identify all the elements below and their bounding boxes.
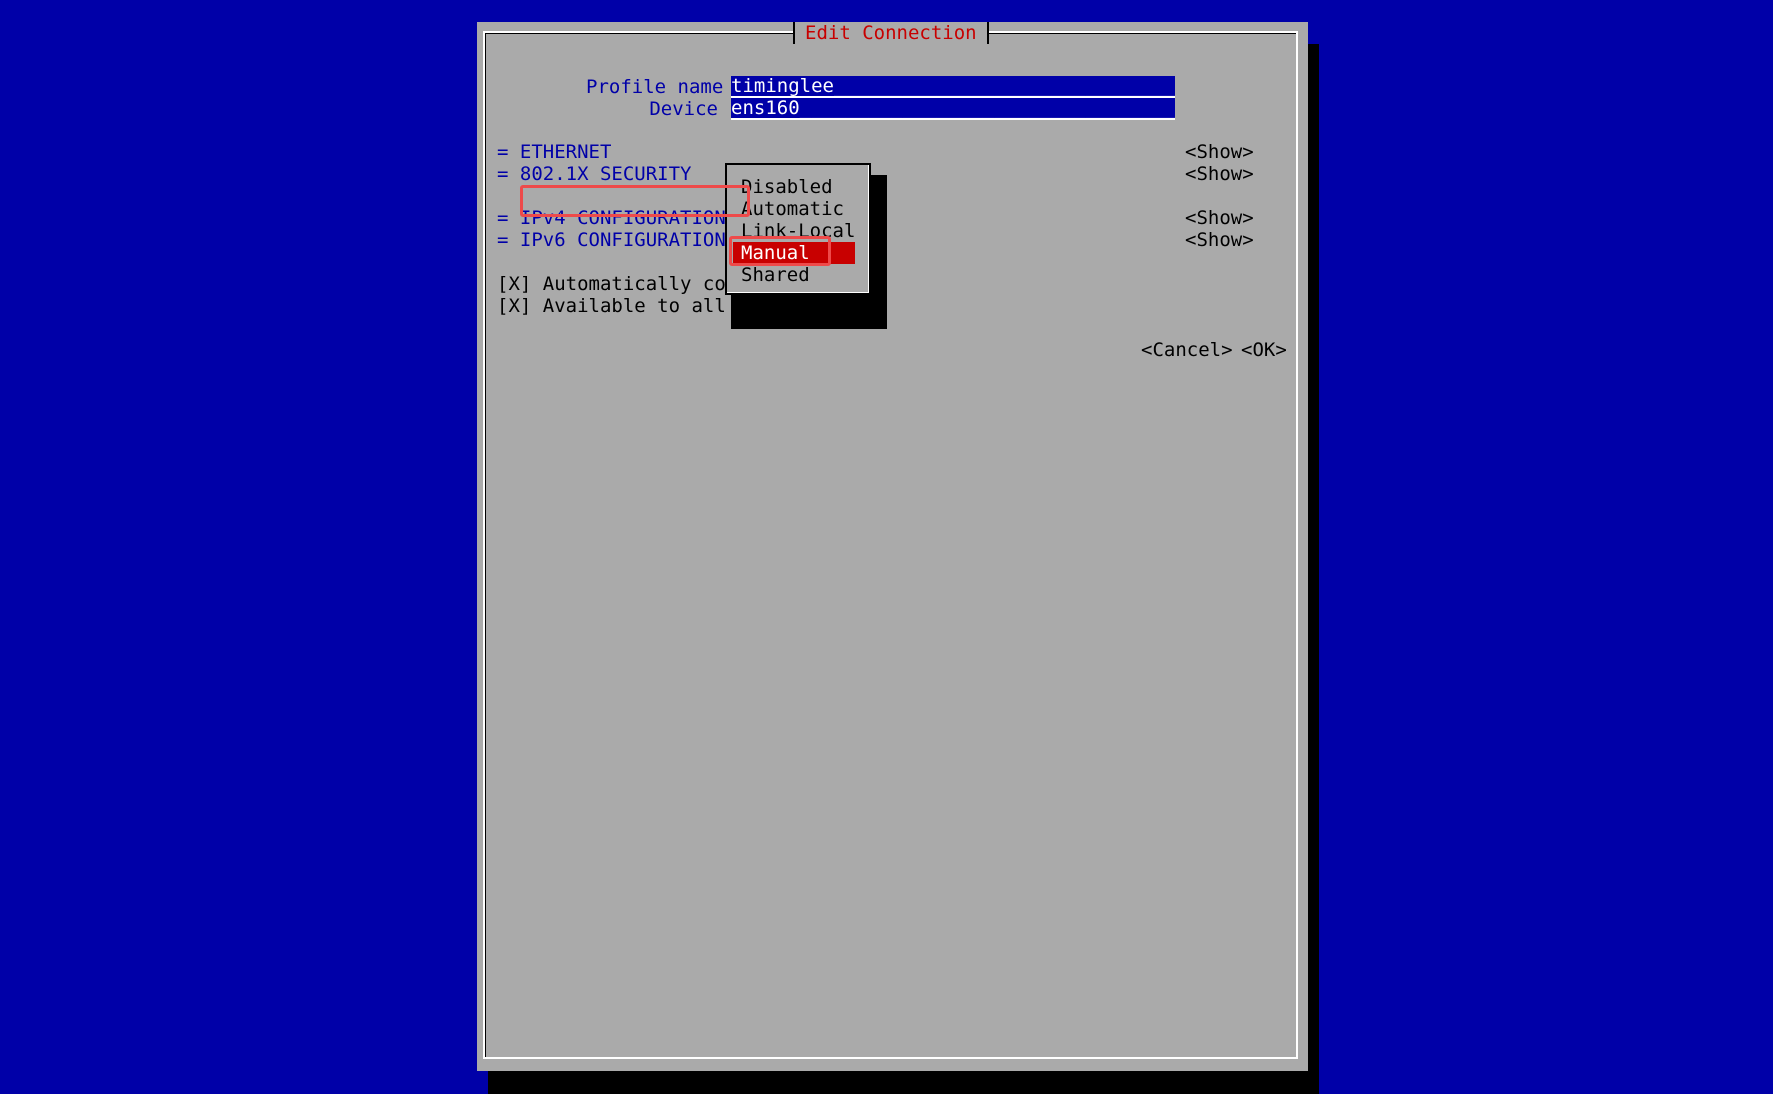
ipv6-show-button[interactable]: <Show> [1185,229,1254,251]
section-ethernet[interactable]: = ETHERNET [497,141,611,163]
device-value: ens160 [731,98,800,119]
dropdown-item-automatic[interactable]: Automatic [741,198,844,220]
dropdown-item-disabled[interactable]: Disabled [741,176,833,198]
dropdown-item-manual[interactable]: Manual [733,242,855,264]
ipv4-show-button[interactable]: <Show> [1185,207,1254,229]
device-input[interactable]: ens160__________________________________… [731,98,1175,120]
section-ipv4-configuration[interactable]: = IPv4 CONFIGURATION [497,207,726,229]
dialog-title-bar: Edit Connection [793,22,989,44]
profile-name-input[interactable]: timinglee_______________________________ [731,76,1175,98]
dropdown-item-link-local[interactable]: Link-Local [741,220,855,242]
security-show-button[interactable]: <Show> [1185,163,1254,185]
auto-connect-checkbox[interactable]: [X] Automatically co [497,273,726,295]
profile-name-label: Profile name [586,76,724,98]
section-8021x-security[interactable]: = 802.1X SECURITY [497,163,691,185]
dialog-frame [483,31,1298,1059]
section-ipv6-configuration[interactable]: = IPv6 CONFIGURATION [497,229,726,251]
profile-name-value: timinglee [731,76,834,97]
edit-connection-dialog: Edit Connection Profile name timinglee__… [477,22,1308,1071]
available-to-all-checkbox[interactable]: [X] Available to all [497,295,726,317]
ipv4-method-dropdown: Disabled Automatic Link-Local Manual Sha… [725,163,871,295]
profile-name-fill: _______________________________ [833,76,1175,97]
cancel-button[interactable]: <Cancel> [1141,339,1233,361]
dialog-title: Edit Connection [805,22,977,44]
terminal-screen: Edit Connection Profile name timinglee__… [0,0,1773,1094]
device-label: Device [649,98,718,120]
ethernet-show-button[interactable]: <Show> [1185,141,1254,163]
dropdown-item-shared[interactable]: Shared [741,264,810,286]
ok-button[interactable]: <OK> [1241,339,1287,361]
device-fill: ______________________________________ [799,98,1175,119]
